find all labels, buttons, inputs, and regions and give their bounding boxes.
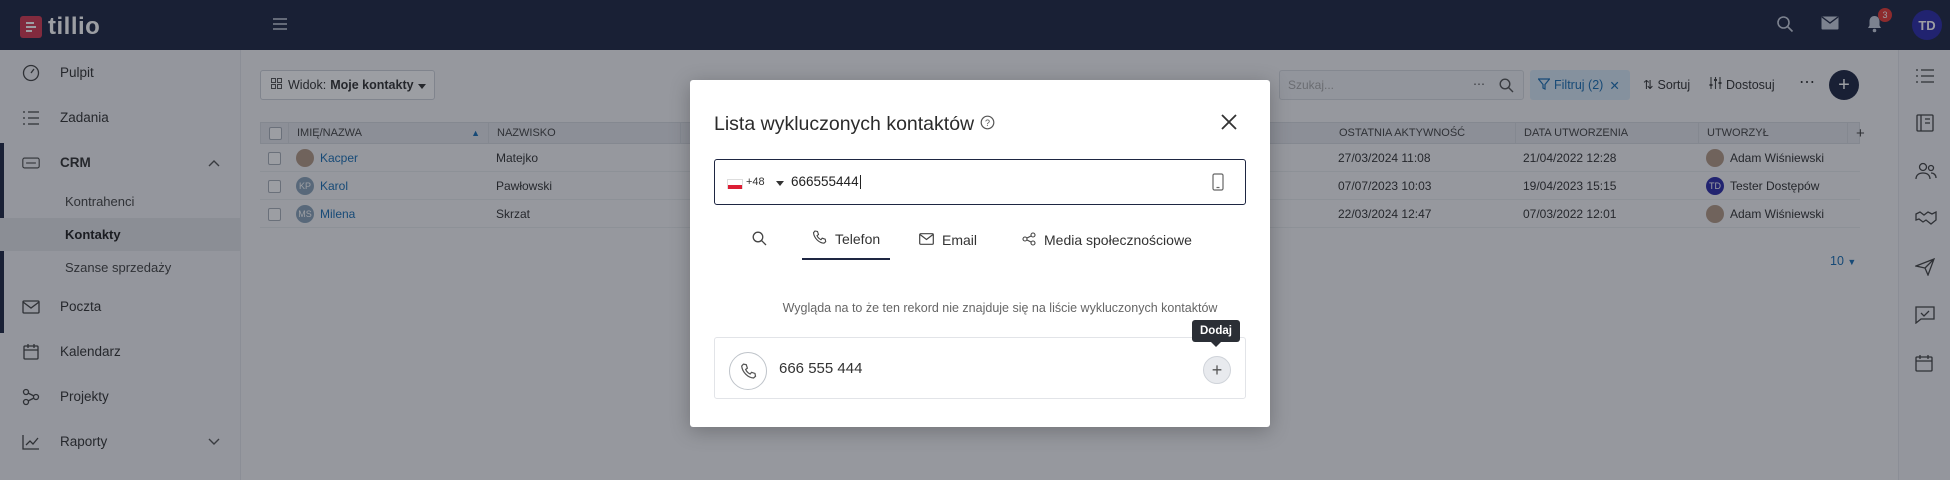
phone-icon [729, 352, 767, 390]
modal-title: Lista wykluczonych kontaktów ? [714, 113, 995, 136]
country-code[interactable]: +48 [746, 176, 765, 188]
tab-telefon[interactable]: Telefon [802, 220, 890, 260]
tab-search[interactable] [752, 220, 772, 260]
help-icon[interactable]: ? [980, 113, 995, 136]
not-found-message: Wygląda na to że ten rekord nie znajduje… [782, 301, 1218, 315]
tab-label: Telefon [835, 231, 881, 247]
add-tooltip: Dodaj [1192, 320, 1240, 347]
mobile-phone-icon [1212, 173, 1224, 194]
plus-icon: + [1211, 359, 1223, 380]
share-icon [1022, 231, 1036, 249]
mail-icon [919, 232, 934, 248]
phone-value: 666555444 [791, 174, 861, 190]
tab-label: Media społecznościowe [1044, 232, 1192, 248]
tab-social-media[interactable]: Media społecznościowe [1022, 220, 1192, 260]
search-type-tabs: Telefon Email Media społecznościowe [714, 220, 1246, 260]
svg-text:?: ? [985, 118, 990, 128]
excluded-contacts-modal: Lista wykluczonych kontaktów ? +48 66655… [690, 80, 1270, 427]
tab-label: Email [942, 232, 978, 248]
close-icon[interactable] [1220, 113, 1240, 133]
tab-email[interactable]: Email [919, 220, 977, 260]
phone-result-card: 666 555 444 + [714, 337, 1246, 399]
result-phone-number: 666 555 444 [779, 360, 863, 377]
country-dropdown-caret-icon[interactable] [776, 181, 784, 186]
search-icon [752, 231, 767, 249]
phone-icon [812, 230, 827, 248]
poland-flag-icon [727, 179, 743, 189]
add-to-excluded-button[interactable]: + [1203, 356, 1231, 384]
phone-input[interactable]: +48 666555444 [714, 159, 1246, 205]
